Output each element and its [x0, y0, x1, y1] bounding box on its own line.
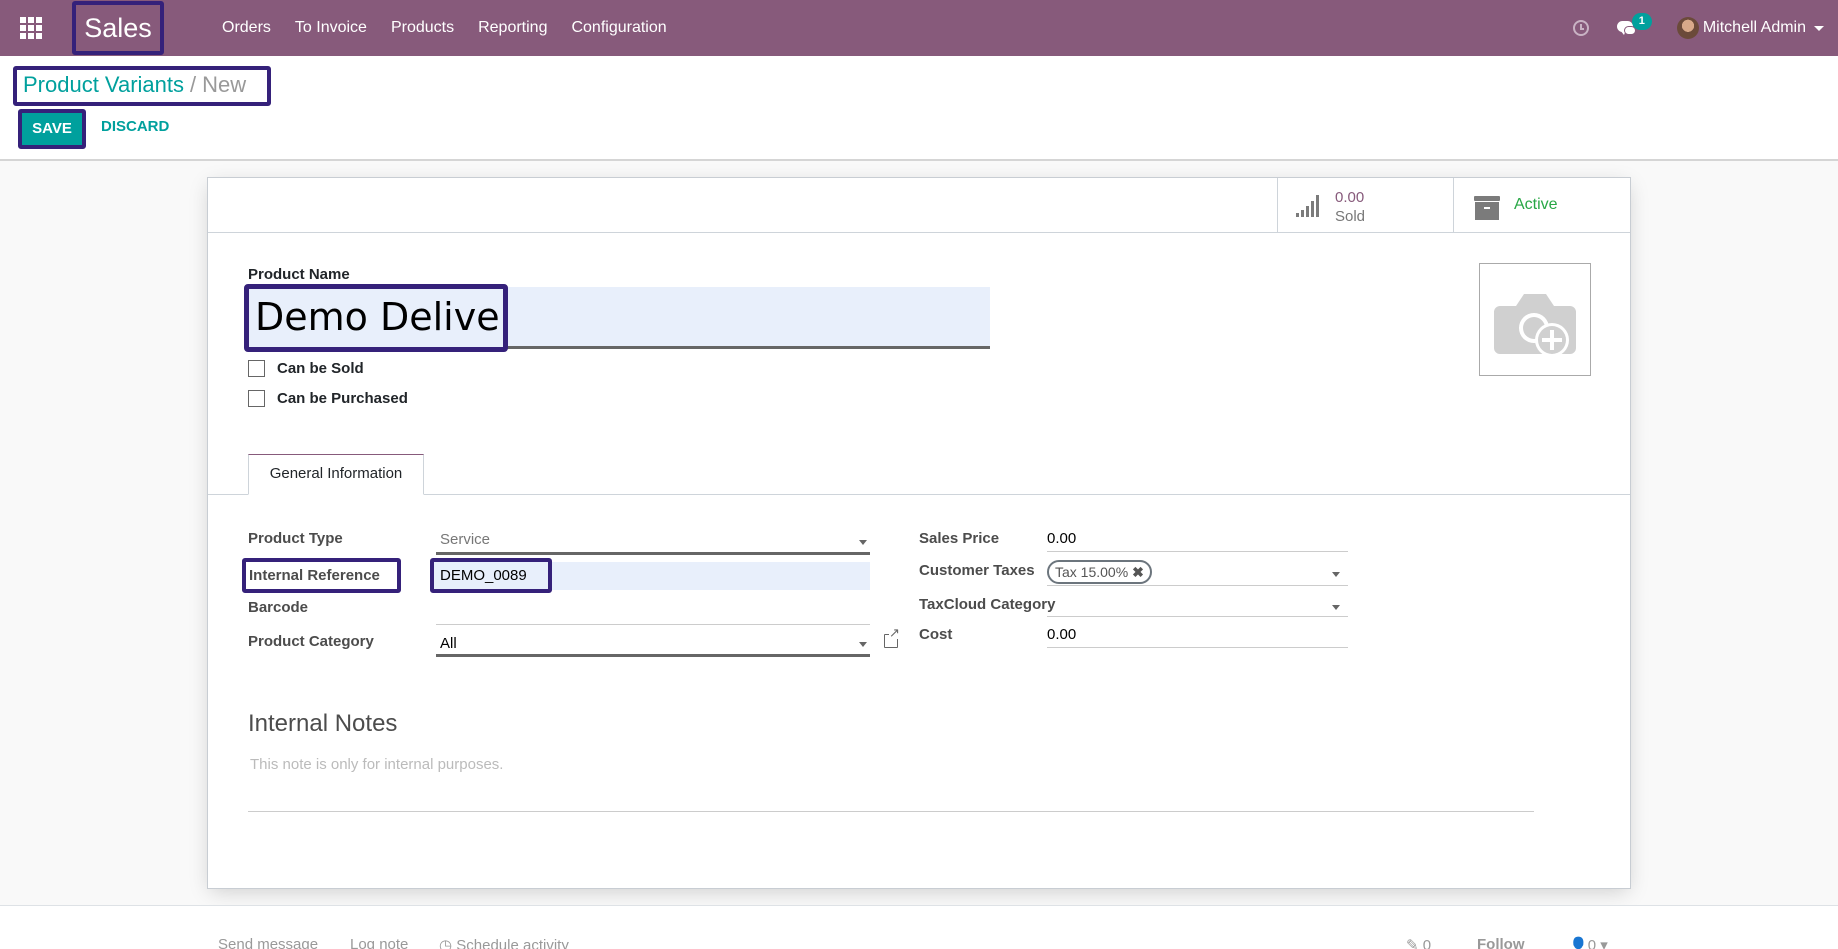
chatter: Send message Log note ◷ Schedule activit…: [0, 906, 1838, 949]
smart-button-box: 0.00 Sold Active: [208, 178, 1630, 233]
internal-notes-input[interactable]: This note is only for internal purposes.: [250, 756, 503, 773]
product-type-caret-icon[interactable]: [859, 540, 867, 545]
barcode-label: Barcode: [248, 599, 309, 616]
breadcrumb-current: New: [202, 72, 247, 97]
product-type-label: Product Type: [248, 530, 343, 547]
customer-taxes-caret-icon[interactable]: [1332, 572, 1340, 577]
breadcrumb-product-variants[interactable]: Product Variants: [23, 72, 184, 97]
discard-button[interactable]: DISCARD: [101, 118, 169, 135]
customer-taxes-underline: [1047, 585, 1348, 586]
control-panel: Product Variants / New SAVE DISCARD: [0, 56, 1838, 161]
taxcloud-category-caret-icon[interactable]: [1332, 605, 1340, 610]
product-category-label: Product Category: [248, 633, 374, 650]
menu-item-configuration[interactable]: Configuration: [559, 0, 678, 56]
activity-clock-icon[interactable]: [1572, 20, 1589, 36]
log-note-button[interactable]: Log note: [350, 936, 408, 949]
external-link-icon[interactable]: [884, 626, 900, 648]
sales-price-label: Sales Price: [919, 530, 1000, 547]
breadcrumb-separator: /: [190, 72, 197, 97]
tax-tag[interactable]: Tax 15.00% ✖: [1047, 560, 1152, 584]
cost-underline: [1047, 647, 1348, 648]
user-menu[interactable]: Mitchell Admin: [1676, 17, 1824, 39]
can-be-purchased-row[interactable]: Can be Purchased: [248, 390, 408, 407]
sold-stat-button[interactable]: 0.00 Sold: [1277, 178, 1453, 233]
menu-item-orders[interactable]: Orders: [210, 0, 283, 56]
followers-caret-icon: ▾: [1600, 937, 1608, 949]
followers-count: 0: [1587, 937, 1597, 949]
active-label: Active: [1514, 196, 1558, 213]
user-icon: 👤: [1569, 937, 1588, 949]
can-be-sold-row[interactable]: Can be Sold: [248, 360, 364, 377]
top-navbar: Sales Orders To Invoice Products Reporti…: [0, 0, 1838, 56]
internal-notes-title: Internal Notes: [248, 710, 398, 737]
sales-price-input[interactable]: 0.00: [1047, 530, 1076, 547]
taxcloud-category-label: TaxCloud Category: [919, 596, 1056, 613]
archive-box-icon: [1474, 196, 1500, 220]
can-be-sold-label: Can be Sold: [277, 360, 364, 377]
tax-tag-label: Tax 15.00%: [1055, 564, 1129, 580]
internal-reference-input[interactable]: DEMO_0089: [430, 558, 552, 593]
internal-reference-label-box: Internal Reference: [242, 558, 401, 593]
customer-taxes-label: Customer Taxes: [919, 562, 1035, 579]
product-category-select[interactable]: All: [440, 635, 457, 652]
chevron-down-icon: [1814, 25, 1824, 31]
product-category-caret-icon[interactable]: [859, 642, 867, 647]
product-name-label: Product Name: [248, 266, 350, 283]
breadcrumb: Product Variants / New: [13, 66, 271, 106]
active-toggle-button[interactable]: Active: [1453, 178, 1630, 233]
schedule-activity-label: Schedule activity: [456, 937, 569, 949]
product-category-underline: [436, 654, 870, 657]
cost-input[interactable]: 0.00: [1047, 626, 1076, 643]
taxcloud-category-underline: [1047, 616, 1348, 617]
follow-button[interactable]: Follow: [1477, 936, 1525, 949]
app-brand[interactable]: Sales: [72, 1, 164, 55]
schedule-activity-button[interactable]: ◷ Schedule activity: [439, 936, 569, 949]
camera-plus-icon: [1494, 294, 1576, 357]
product-name-input[interactable]: Demo Delivery: [244, 284, 508, 352]
main-menu: Orders To Invoice Products Reporting Con…: [210, 0, 679, 56]
save-button[interactable]: SAVE: [18, 109, 86, 149]
systray: 1 Mitchell Admin: [1572, 0, 1838, 56]
product-type-select[interactable]: Service: [440, 531, 490, 548]
can-be-purchased-checkbox[interactable]: [248, 390, 265, 407]
internal-notes-underline: [248, 811, 1534, 812]
user-avatar: [1676, 17, 1699, 39]
paperclip-icon: ✎: [1406, 937, 1419, 949]
attachments-button[interactable]: ✎ 0: [1406, 936, 1431, 949]
can-be-sold-checkbox[interactable]: [248, 360, 265, 377]
sold-value: 0.00: [1335, 189, 1365, 206]
can-be-purchased-label: Can be Purchased: [277, 390, 408, 407]
messages-button[interactable]: 1: [1616, 13, 1652, 38]
sold-label: Sold: [1335, 208, 1366, 225]
attachments-count: 0: [1422, 937, 1432, 949]
product-type-underline: [436, 552, 870, 555]
sales-price-underline: [1047, 551, 1348, 552]
cost-label: Cost: [919, 626, 953, 643]
menu-item-reporting[interactable]: Reporting: [466, 0, 559, 56]
apps-menu-icon[interactable]: [20, 17, 42, 39]
barcode-underline: [436, 624, 870, 625]
send-message-button[interactable]: Send message: [218, 936, 318, 949]
internal-reference-label: Internal Reference: [249, 567, 380, 584]
messages-count-badge: 1: [1631, 13, 1652, 30]
remove-tag-icon[interactable]: ✖: [1132, 564, 1144, 580]
followers-button[interactable]: 👤0 ▾: [1569, 936, 1608, 949]
tab-general-information[interactable]: General Information: [248, 454, 424, 495]
menu-item-to-invoice[interactable]: To Invoice: [283, 0, 379, 56]
signal-bars-icon: [1296, 195, 1322, 217]
clock-icon: ◷: [439, 937, 457, 949]
user-name: Mitchell Admin: [1702, 19, 1806, 36]
product-image-upload[interactable]: [1479, 263, 1591, 376]
form-sheet: 0.00 Sold Active Product Name Demo Deliv…: [207, 177, 1631, 889]
menu-item-products[interactable]: Products: [379, 0, 466, 56]
